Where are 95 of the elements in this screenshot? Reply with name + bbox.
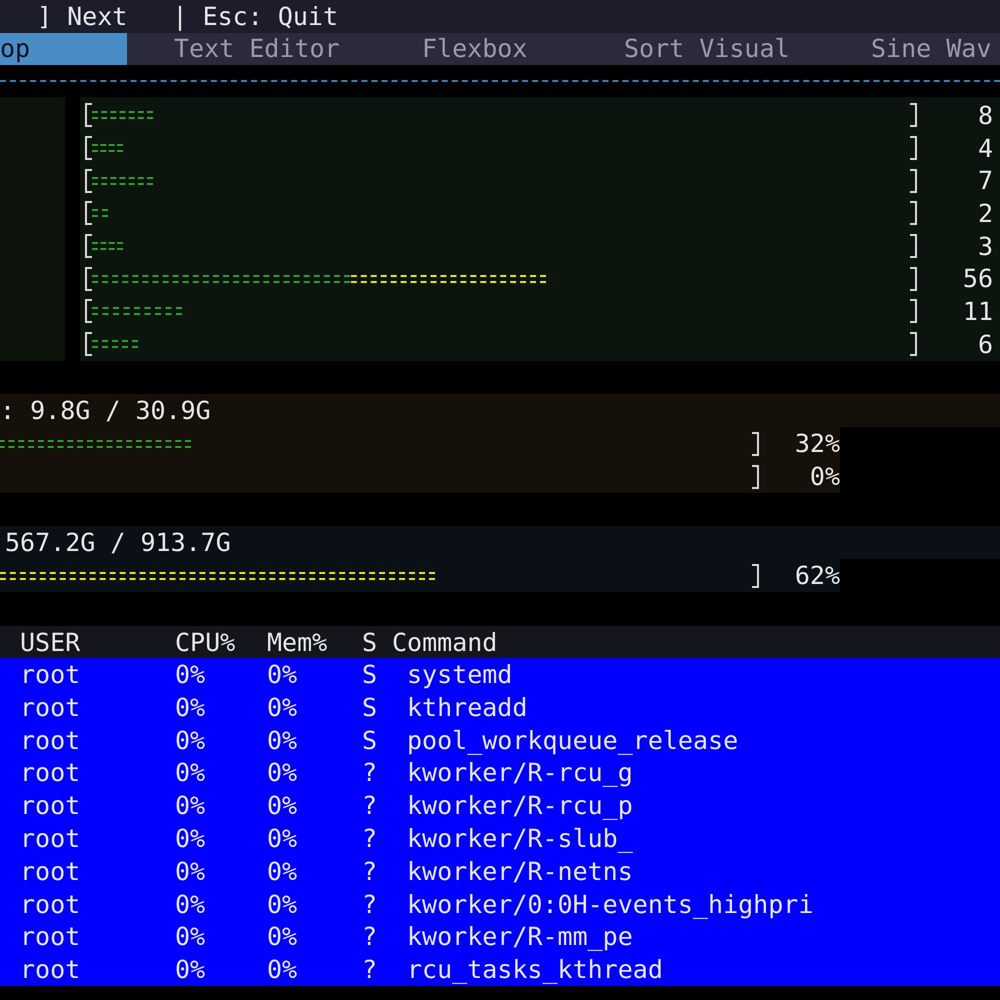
table-cell: S xyxy=(362,660,378,689)
usage-reading: 62% xyxy=(794,560,840,592)
column-header: Command xyxy=(392,628,498,657)
right-bracket-icon xyxy=(752,464,759,488)
table-cell: 0% xyxy=(175,791,206,820)
usage-reading: 7 xyxy=(978,165,994,198)
table-cell: systemd xyxy=(407,660,512,689)
process-row[interactable]: root 0% 0% ? kworker/R-rcu_g xyxy=(20,756,1000,790)
table-cell: 0% xyxy=(267,791,298,820)
tab[interactable]: op xyxy=(0,33,127,65)
right-bracket-icon xyxy=(910,136,917,160)
usage-reading: 32% xyxy=(794,428,840,460)
process-row[interactable]: root 0% 0% ? kworker/R-netns xyxy=(20,854,1000,888)
table-cell: ? xyxy=(362,856,378,886)
process-row[interactable]: root 0% 0% S pool_workqueue_release xyxy=(20,724,1000,756)
process-row[interactable]: root 0% 0% S systemd xyxy=(20,658,1000,691)
table-cell: kworker/R-rcu_p xyxy=(407,791,633,820)
table-cell: ? xyxy=(362,955,378,984)
table-cell: 0% xyxy=(267,824,298,853)
table-cell: 0% xyxy=(175,726,206,755)
right-bracket-icon xyxy=(910,168,917,193)
table-cell: 0% xyxy=(267,890,298,919)
table-cell: rcu_tasks_kthread xyxy=(407,955,663,984)
table-cell: root xyxy=(20,922,80,952)
table-cell: pool_workqueue_release xyxy=(407,726,738,755)
usage-reading: 11 xyxy=(962,296,994,328)
column-header: S xyxy=(362,628,378,657)
memory-title: : 9.8G / 30.9G xyxy=(0,396,211,425)
usage-reading: 3 xyxy=(978,230,994,263)
usage-reading: 56 xyxy=(962,263,994,296)
process-row[interactable]: root 0% 0% ? rcu_tasks_kthread xyxy=(20,953,1000,986)
table-cell: 0% xyxy=(267,692,298,722)
table-cell: S xyxy=(362,692,378,722)
column-header: Mem% xyxy=(267,628,328,657)
table-cell: 0% xyxy=(175,692,206,722)
tab[interactable]: Text Editor xyxy=(127,33,375,65)
table-cell: 0% xyxy=(267,955,298,984)
table-cell: kworker/R-slub_ xyxy=(407,824,633,853)
usage-reading: 8 xyxy=(978,100,994,132)
table-cell: root xyxy=(20,791,80,820)
key-hint: ] Next | Esc: Quit xyxy=(37,2,338,31)
tab[interactable]: Sort Visual xyxy=(577,33,824,65)
table-cell: root xyxy=(20,660,80,689)
table-cell: kworker/R-rcu_g xyxy=(407,758,633,788)
process-row[interactable]: root 0% 0% ? kworker/R-mm_pe xyxy=(20,920,1000,954)
right-bracket-icon xyxy=(752,432,759,456)
tab[interactable]: Flexbox xyxy=(375,33,577,65)
table-cell: kthreadd xyxy=(407,692,528,722)
table-cell: ? xyxy=(362,890,378,919)
table-cell: root xyxy=(20,856,80,886)
process-row[interactable]: root 0% 0% ? kworker/R-slub_ xyxy=(20,822,1000,855)
table-cell: root xyxy=(20,758,80,788)
table-cell: 0% xyxy=(175,856,206,886)
right-bracket-icon xyxy=(910,103,917,128)
table-cell: 0% xyxy=(175,660,206,689)
table-cell: S xyxy=(362,726,378,755)
table-cell: 0% xyxy=(175,824,206,853)
table-cell: 0% xyxy=(267,660,298,689)
disk-title: 567.2G / 913.7G xyxy=(5,528,231,557)
table-cell: root xyxy=(20,692,80,722)
table-cell: 0% xyxy=(175,922,206,952)
table-cell: 0% xyxy=(175,955,206,984)
table-cell: root xyxy=(20,824,80,853)
table-cell: root xyxy=(20,955,80,984)
table-cell: ? xyxy=(362,824,378,853)
table-cell: root xyxy=(20,726,80,755)
right-bracket-icon xyxy=(910,266,917,291)
table-cell: 0% xyxy=(267,922,298,952)
right-bracket-icon xyxy=(752,564,759,588)
table-cell: 0% xyxy=(267,726,298,755)
right-bracket-icon xyxy=(910,299,917,324)
usage-reading: 6 xyxy=(978,328,994,361)
usage-reading: 0% xyxy=(810,461,840,493)
table-cell: ? xyxy=(362,922,378,952)
process-row[interactable]: root 0% 0% ? kworker/R-rcu_p xyxy=(20,789,1000,822)
process-row[interactable]: root 0% 0% ? kworker/0:0H-events_highpri xyxy=(20,888,1000,920)
table-cell: kworker/R-netns xyxy=(407,856,633,886)
table-cell: kworker/0:0H-events_highpri xyxy=(407,890,814,919)
table-cell: 0% xyxy=(267,856,298,886)
right-bracket-icon xyxy=(910,234,917,258)
column-header: CPU% xyxy=(175,628,236,657)
table-cell: 0% xyxy=(175,758,206,788)
tab[interactable]: Sine Wav xyxy=(824,33,1000,65)
table-cell: 0% xyxy=(267,758,298,788)
table-cell: ? xyxy=(362,791,378,820)
right-bracket-icon xyxy=(910,201,917,226)
process-row[interactable]: root 0% 0% S kthreadd xyxy=(20,690,1000,724)
table-cell: 0% xyxy=(175,890,206,919)
right-bracket-icon xyxy=(910,332,917,356)
table-cell: root xyxy=(20,890,80,919)
column-header: USER xyxy=(20,628,80,657)
usage-reading: 4 xyxy=(978,132,994,165)
usage-reading: 2 xyxy=(978,198,994,230)
table-cell: kworker/R-mm_pe xyxy=(407,922,633,952)
table-cell: ? xyxy=(362,758,378,788)
